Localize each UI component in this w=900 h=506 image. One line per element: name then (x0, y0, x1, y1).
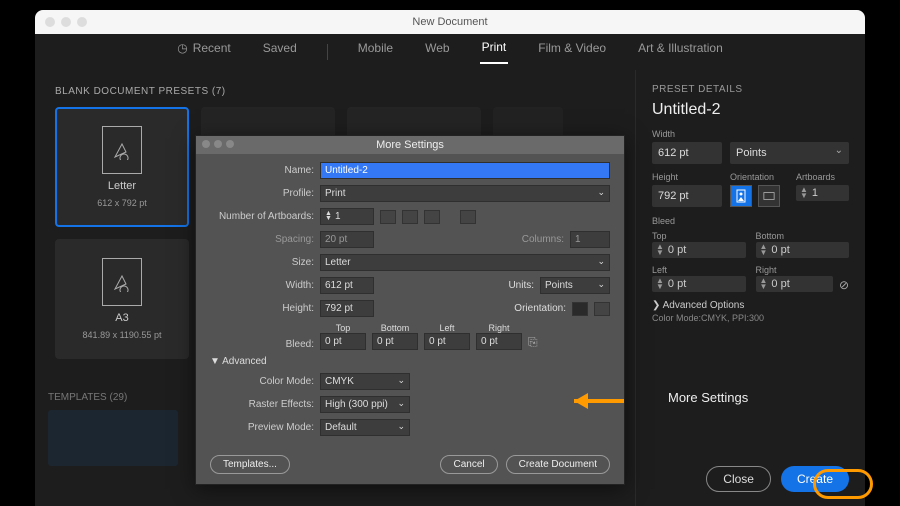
preview-select[interactable]: Default (320, 419, 410, 436)
spacing-label: Spacing: (210, 234, 314, 245)
arrow-icon[interactable] (460, 210, 476, 224)
spacing-input: 20 pt (320, 231, 374, 248)
link-bleed-icon[interactable]: ⎘ (528, 335, 538, 350)
width-input[interactable]: 612 pt (320, 277, 374, 294)
bleed-bottom-input[interactable]: ▲▼0 pt (756, 242, 850, 258)
artboards-stepper[interactable]: ▲▼1 (796, 185, 849, 201)
width-label: Width (652, 129, 722, 139)
raster-label: Raster Effects: (210, 399, 314, 410)
tab-mobile[interactable]: Mobile (356, 41, 395, 63)
bleed-right[interactable]: 0 pt (476, 333, 522, 350)
orientation-label: Orientation (730, 172, 788, 182)
preset-details-panel: PRESET DETAILS Untitled-2 Width 612 pt Po… (635, 70, 865, 506)
width-label: Width: (210, 280, 314, 291)
raster-select[interactable]: High (300 ppi) (320, 396, 410, 413)
orientation-label: Orientation: (514, 303, 566, 314)
bleed-label: Bleed: (210, 339, 314, 350)
bleed-right-input[interactable]: ▲▼0 pt (756, 276, 833, 292)
preview-label: Preview Mode: (210, 422, 314, 433)
templates-button[interactable]: Templates... (210, 455, 290, 474)
tab-divider (327, 44, 328, 60)
color-mode-select[interactable]: CMYK (320, 373, 410, 390)
tab-art[interactable]: Art & Illustration (636, 41, 725, 63)
dialog-title: More Settings (196, 136, 624, 154)
orientation-portrait-icon[interactable] (572, 302, 588, 316)
templates-label: TEMPLATES (29) (48, 392, 127, 403)
preset-name: Letter (108, 180, 136, 192)
more-settings-dialog: More Settings Name: Profile: Print Number… (195, 135, 625, 485)
profile-label: Profile: (210, 188, 314, 199)
col-layout-icon[interactable] (424, 210, 440, 224)
size-label: Size: (210, 257, 314, 268)
orientation-landscape-button[interactable] (758, 185, 780, 207)
create-button[interactable]: Create (781, 466, 849, 492)
create-document-button[interactable]: Create Document (506, 455, 610, 474)
height-input[interactable]: 792 pt (652, 185, 722, 207)
columns-input: 1 (570, 231, 610, 248)
advanced-options-toggle[interactable]: ❯ Advanced Options (652, 300, 849, 311)
units-select[interactable]: Points (540, 277, 610, 294)
bleed-left-input[interactable]: ▲▼0 pt (652, 276, 746, 292)
titlebar: New Document (35, 10, 865, 34)
cancel-button[interactable]: Cancel (440, 455, 497, 474)
units-label: Units: (508, 280, 534, 291)
bleed-bottom[interactable]: 0 pt (372, 333, 418, 350)
dialog-traffic-lights (202, 140, 234, 148)
presets-label: BLANK DOCUMENT PRESETS (7) (55, 86, 615, 97)
name-input[interactable] (320, 162, 610, 179)
advanced-section[interactable]: ▼ Advanced (210, 356, 610, 367)
bleed-top[interactable]: 0 pt (320, 333, 366, 350)
page-icon (102, 126, 142, 174)
size-select[interactable]: Letter (320, 254, 610, 271)
height-label: Height: (210, 303, 314, 314)
artboards-label: Number of Artboards: (210, 211, 314, 222)
preset-a3[interactable]: A3 841.89 x 1190.55 pt (55, 239, 189, 359)
preset-dimensions: 612 x 792 pt (97, 198, 147, 208)
traffic-lights (45, 17, 87, 27)
category-tabs: ◷Recent Saved Mobile Web Print Film & Vi… (35, 34, 865, 70)
bleed-left[interactable]: 0 pt (424, 333, 470, 350)
preset-dimensions: 841.89 x 1190.55 pt (83, 330, 162, 340)
tab-print[interactable]: Print (480, 40, 509, 64)
document-name[interactable]: Untitled-2 (652, 101, 849, 119)
orientation-landscape-icon[interactable] (594, 302, 610, 316)
width-input[interactable]: 612 pt (652, 142, 722, 164)
preset-letter[interactable]: Letter 612 x 792 pt (55, 107, 189, 227)
columns-label: Columns: (522, 234, 564, 245)
orientation-portrait-button[interactable] (730, 185, 752, 207)
close-button[interactable]: Close (706, 466, 771, 492)
tab-recent[interactable]: ◷Recent (175, 41, 233, 63)
units-select[interactable]: Points (730, 142, 849, 164)
page-icon (102, 258, 142, 306)
height-input[interactable]: 792 pt (320, 300, 374, 317)
height-label: Height (652, 172, 722, 182)
clock-icon: ◷ (177, 41, 187, 55)
grid-layout-icon[interactable] (380, 210, 396, 224)
tab-web[interactable]: Web (423, 41, 451, 63)
window-title: New Document (35, 16, 865, 28)
profile-select[interactable]: Print (320, 185, 610, 202)
link-icon[interactable]: ⊘ (839, 278, 849, 292)
tab-film[interactable]: Film & Video (536, 41, 608, 63)
color-mode-meta: Color Mode:CMYK, PPI:300 (652, 313, 849, 323)
bleed-top-input[interactable]: ▲▼0 pt (652, 242, 746, 258)
details-header: PRESET DETAILS (652, 84, 849, 95)
artboards-label: Artboards (796, 172, 849, 182)
annotation-more-settings: More Settings (668, 390, 748, 405)
preset-name: A3 (115, 312, 128, 324)
tab-saved[interactable]: Saved (261, 41, 299, 63)
template-thumbnail[interactable] (48, 410, 178, 466)
row-layout-icon[interactable] (402, 210, 418, 224)
name-label: Name: (210, 165, 314, 176)
color-mode-label: Color Mode: (210, 376, 314, 387)
bleed-label: Bleed (652, 216, 675, 226)
artboards-input[interactable]: ▲▼1 (320, 208, 374, 225)
